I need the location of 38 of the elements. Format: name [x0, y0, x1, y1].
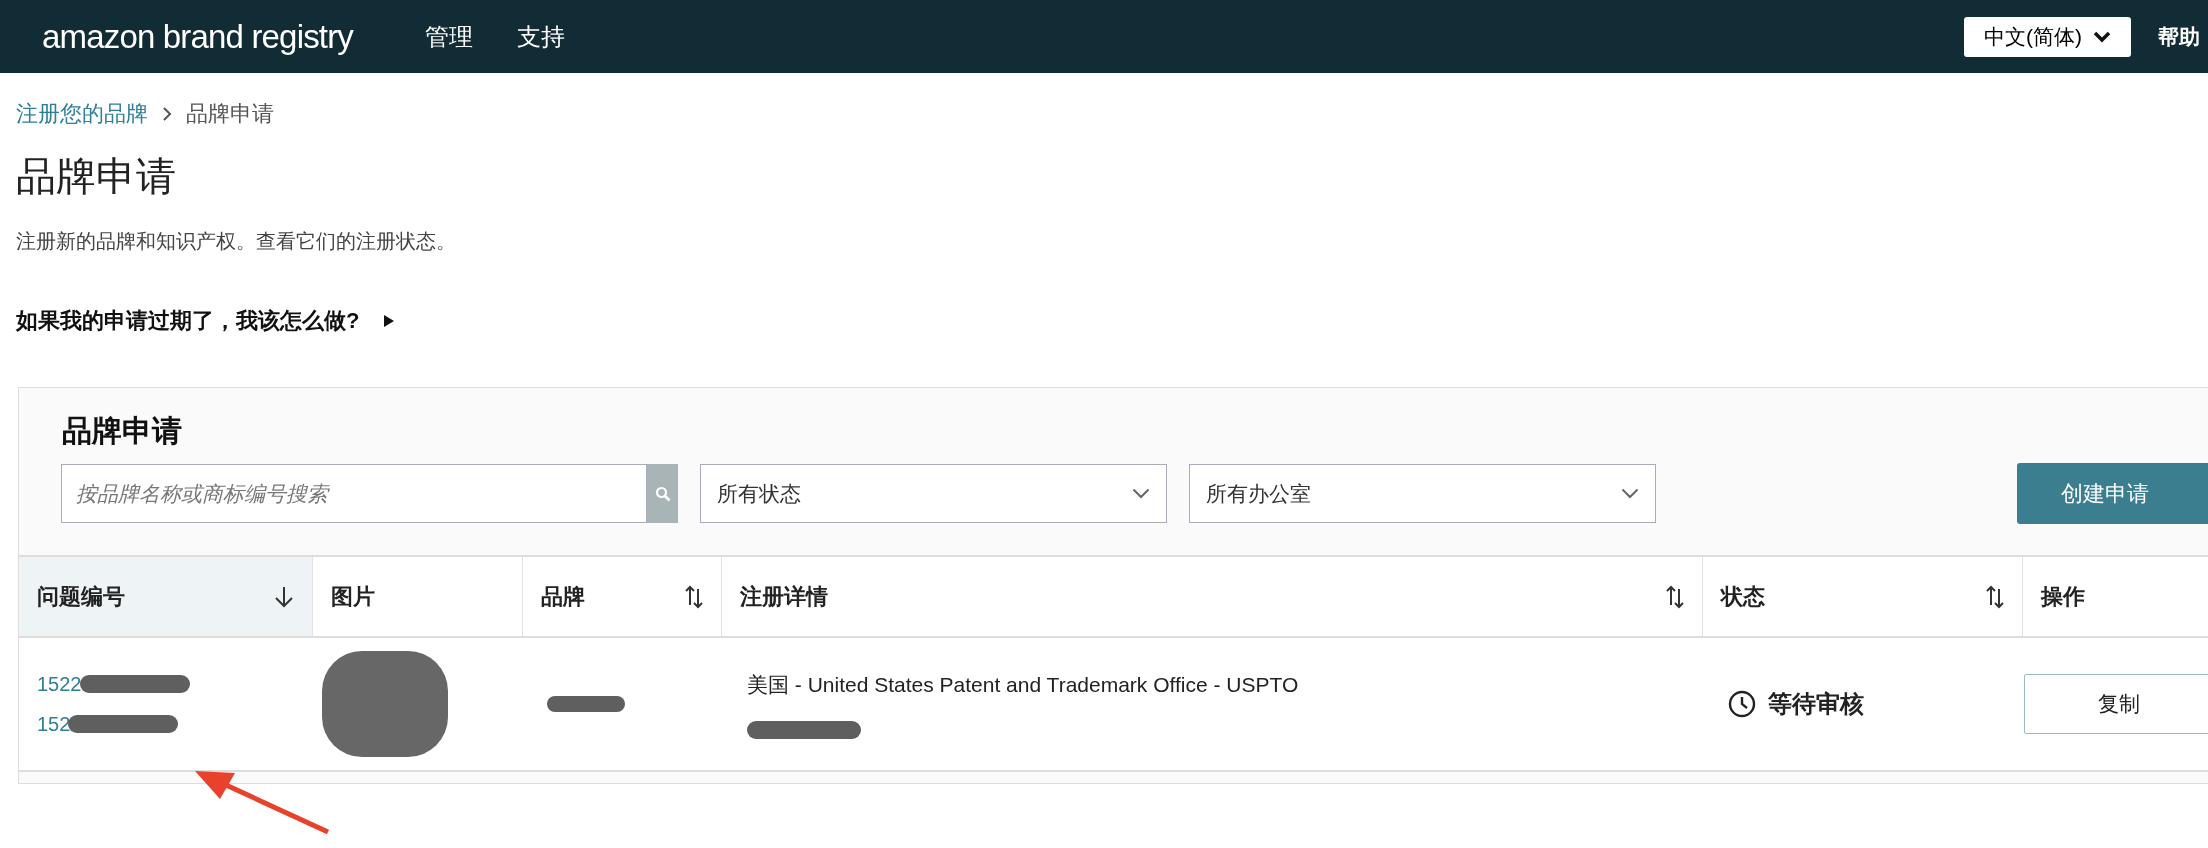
- filter-select[interactable]: 所有办公室: [1189, 464, 1656, 523]
- nav-link[interactable]: 管理: [425, 18, 473, 55]
- sort-down-icon: [274, 585, 294, 608]
- page-subtitle: 注册新的品牌和知识产权。查看它们的注册状态。: [15, 229, 457, 254]
- help-link[interactable]: 帮助: [2158, 20, 2200, 53]
- copy-button[interactable]: 复制: [2024, 674, 2208, 734]
- chevron-down-icon: [1621, 488, 1639, 499]
- column-header[interactable]: 状态: [1702, 557, 2022, 636]
- column-header: 操作: [2022, 557, 2208, 636]
- issue-number-link[interactable]: 1522: [37, 669, 82, 699]
- search-button[interactable]: [647, 464, 678, 523]
- caret-right-icon: [383, 313, 396, 328]
- chevron-down-icon: [1132, 488, 1150, 499]
- logo[interactable]: amazon brand registry: [42, 11, 353, 62]
- nav-link[interactable]: 支持: [517, 18, 565, 55]
- sort-icon: [685, 584, 703, 609]
- column-header[interactable]: 注册详情: [721, 557, 1702, 636]
- column-header: 图片: [312, 557, 522, 636]
- registration-details: 美国 - United States Patent and Trademark Office - USPTO: [747, 672, 1300, 699]
- column-header[interactable]: 问题编号: [19, 557, 312, 636]
- page-title: 品牌申请: [15, 156, 177, 196]
- create-button[interactable]: 创建申请: [2017, 463, 2208, 524]
- chevron-down-icon: [2093, 30, 2111, 43]
- clock-icon: [1728, 690, 1756, 718]
- chevron-right-icon: [162, 105, 172, 122]
- faq-toggle[interactable]: 如果我的申请过期了，我该怎么做?: [16, 304, 396, 337]
- filter-select[interactable]: 所有状态: [700, 464, 1167, 523]
- sort-icon: [1986, 584, 2004, 609]
- breadcrumb-link[interactable]: 注册您的品牌: [16, 97, 148, 130]
- panel-title: 品牌申请: [61, 413, 183, 449]
- column-header[interactable]: 品牌: [522, 557, 721, 636]
- sort-icon: [1666, 584, 1684, 609]
- breadcrumb-current: 品牌申请: [186, 100, 274, 128]
- language-select[interactable]: 中文(简体): [1964, 16, 2131, 57]
- status-text: 等待审核: [1768, 689, 1864, 719]
- issue-number-link[interactable]: 152: [37, 709, 71, 739]
- search-icon: [654, 485, 671, 502]
- search-field[interactable]: 按品牌名称或商标编号搜索: [61, 464, 647, 523]
